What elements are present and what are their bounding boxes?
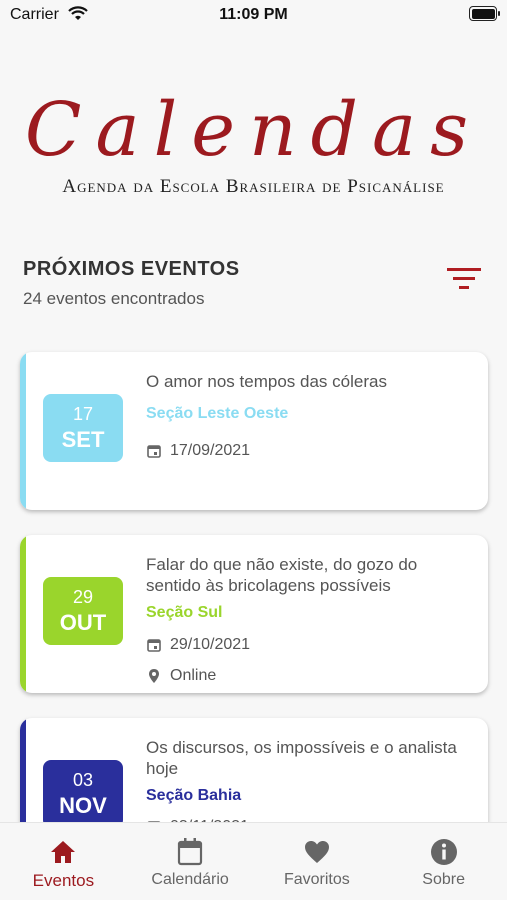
tab-eventos[interactable]: Eventos [0,823,127,900]
tab-label: Calendário [151,871,229,888]
app-logo: Calendas Agenda da Escola Brasileira de … [10,90,497,210]
events-section-header: PRÓXIMOS EVENTOS 24 eventos encontrados [23,258,483,318]
tab-bar: Eventos Calendário Favoritos Sobre [0,822,507,900]
events-count: 24 eventos encontrados [23,289,205,308]
event-title: Os discursos, os impossíveis e o analist… [146,738,457,778]
card-accent-bar [20,535,26,693]
tab-label: Sobre [422,871,465,888]
info-icon [380,837,507,867]
tab-sobre[interactable]: Sobre [380,823,507,900]
calendar-icon [127,837,254,867]
filter-icon[interactable] [445,264,483,294]
calendar-small-icon [147,639,161,652]
date-badge: 29 OUT [43,577,123,645]
event-section: Seção Bahia [146,787,242,804]
tab-calendario[interactable]: Calendário [127,823,254,900]
tab-label: Favoritos [283,871,350,888]
event-date-row: 29/10/2021 [146,636,250,654]
date-month: NOV [59,793,107,818]
card-accent-bar [20,352,26,510]
event-location-row: Online [146,667,216,685]
date-month: OUT [59,610,107,635]
calendar-small-icon [147,445,161,458]
event-card[interactable]: 17 SET O amor nos tempos das cóleras Seç… [20,352,488,510]
heart-icon [254,837,381,867]
status-bar: Carrier 11:09 PM [0,0,507,30]
event-date-row: 17/09/2021 [146,442,250,460]
event-section: Seção Leste Oeste [146,405,289,422]
date-badge: 03 NOV [43,760,123,828]
event-title: Falar do que não existe, do gozo do sent… [146,555,418,595]
date-badge: 17 SET [43,394,123,462]
logo-subtitle: Agenda da Escola Brasileira de Psicanáli… [62,176,445,197]
tab-favoritos[interactable]: Favoritos [254,823,381,900]
home-icon [0,837,127,867]
event-location: Online [170,667,217,684]
date-month: SET [61,427,105,452]
clock: 11:09 PM [219,6,288,23]
event-card[interactable]: 29 OUT Falar do que não existe, do gozo … [20,535,488,693]
event-date: 17/09/2021 [170,442,251,459]
event-title: O amor nos tempos das cóleras [146,372,387,391]
date-day: 03 [72,770,94,790]
location-pin-icon [149,669,159,683]
logo-script-text: Calendas [24,87,483,173]
event-date: 29/10/2021 [170,636,251,653]
section-title: PRÓXIMOS EVENTOS [23,258,240,280]
date-day: 17 [72,404,94,424]
event-section: Seção Sul [146,604,223,621]
tab-label: Eventos [32,871,95,890]
battery-icon [469,6,500,21]
date-day: 29 [72,587,94,607]
